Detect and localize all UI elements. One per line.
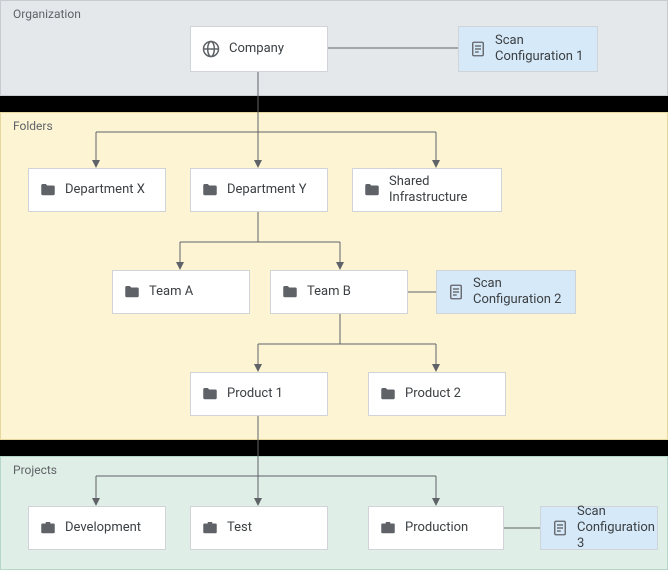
node-scan-config-3: Scan Configuration 3 [540,506,658,550]
folder-icon [201,385,219,403]
node-label: Product 1 [227,386,317,402]
node-label: Shared Infrastructure [389,174,491,207]
node-shared-infrastructure: Shared Infrastructure [352,168,502,212]
node-scan-config-2: Scan Configuration 2 [436,270,576,314]
briefcase-icon [201,519,219,537]
node-product-1: Product 1 [190,372,328,416]
node-label: Test [227,520,317,536]
node-label: Team B [307,284,397,300]
briefcase-icon [379,519,397,537]
node-label: Department X [65,182,155,198]
node-label: Development [65,520,155,536]
document-icon [551,519,569,537]
node-label: Scan Configuration 3 [577,504,655,553]
document-icon [469,40,487,58]
node-label: Company [229,41,317,57]
node-label: Department Y [227,182,317,198]
node-test: Test [190,506,328,550]
folder-icon [281,283,299,301]
document-icon [447,283,465,301]
folder-icon [379,385,397,403]
node-production: Production [368,506,504,550]
node-product-2: Product 2 [368,372,506,416]
briefcase-icon [39,519,57,537]
folder-icon [201,181,219,199]
node-team-a: Team A [112,270,250,314]
node-label: Scan Configuration 1 [495,33,587,66]
hierarchy-diagram: Organization Folders Projects [0,0,668,570]
folder-icon [123,283,141,301]
band-divider [0,440,668,456]
band-divider [0,96,668,112]
node-label: Team A [149,284,239,300]
node-development: Development [28,506,166,550]
node-label: Scan Configuration 2 [473,276,565,309]
node-department-x: Department X [28,168,166,212]
folder-icon [39,181,57,199]
band-projects-label: Projects [13,463,57,477]
node-label: Product 2 [405,386,495,402]
node-company: Company [190,26,328,72]
globe-icon [201,39,221,59]
folder-icon [363,181,381,199]
band-folders-label: Folders [13,119,53,133]
node-scan-config-1: Scan Configuration 1 [458,26,598,72]
node-department-y: Department Y [190,168,328,212]
node-label: Production [405,520,493,536]
band-organization-label: Organization [13,7,81,21]
node-team-b: Team B [270,270,408,314]
